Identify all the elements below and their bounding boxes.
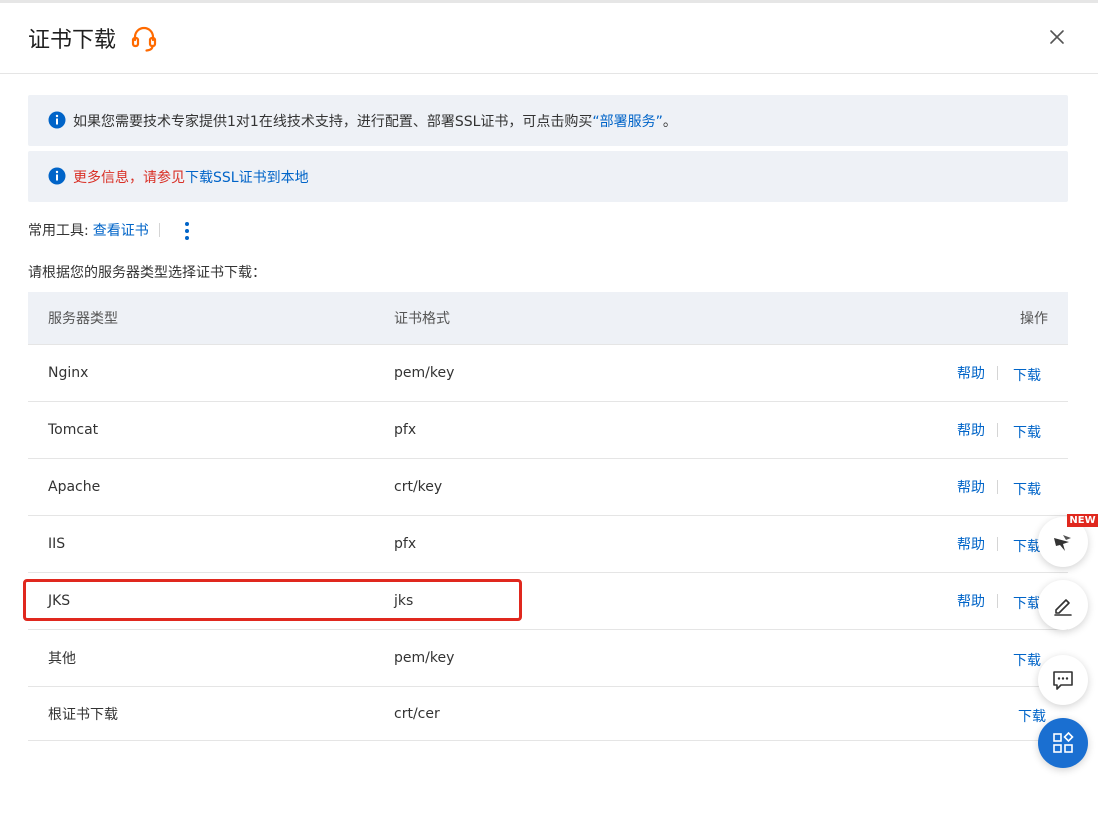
action-divider	[997, 594, 998, 608]
download-link[interactable]: 下载	[1013, 650, 1041, 670]
more-options-icon[interactable]	[181, 220, 193, 244]
server-type-cell: 其他	[48, 651, 76, 667]
deploy-service-link[interactable]: “部署服务”	[592, 114, 663, 130]
info-icon	[48, 167, 66, 185]
dialog-header: 证书下载	[0, 3, 1098, 74]
cert-format-cell: jks	[394, 593, 414, 609]
table-row: Apache crt/key 帮助 下载	[28, 459, 1068, 516]
cert-format-cell: crt/cer	[394, 705, 440, 722]
more-info-red-text: 更多信息，请参见	[73, 170, 185, 186]
action-divider	[997, 537, 998, 551]
cert-format-cell: pfx	[394, 536, 417, 552]
dialog-title: 证书下载	[28, 28, 117, 53]
more-info-text: 更多信息，请参见下载SSL证书到本地	[73, 167, 309, 187]
help-link[interactable]: 帮助	[957, 591, 985, 611]
cert-format-cell: pem/key	[394, 365, 455, 381]
tools-divider	[158, 223, 160, 237]
chat-bubble-icon	[1053, 671, 1073, 690]
action-divider	[997, 366, 998, 380]
cert-format-cell: pfx	[394, 422, 417, 438]
server-type-cell: Tomcat	[48, 422, 99, 438]
help-link[interactable]: 帮助	[957, 534, 985, 554]
info-icon	[48, 111, 66, 129]
common-tools-label: 常用工具:	[28, 223, 89, 239]
apps-menu-button[interactable]	[1038, 718, 1088, 768]
download-link[interactable]: 下载	[1013, 593, 1041, 613]
help-link[interactable]: 帮助	[957, 363, 985, 383]
cert-format-cell: crt/key	[394, 479, 443, 495]
cert-format-cell: pem/key	[394, 650, 455, 666]
table-row: 根证书下载 crt/cer 下载	[28, 687, 1068, 741]
table-row: Tomcat pfx 帮助 下载	[28, 402, 1068, 459]
download-link[interactable]: 下载	[1013, 479, 1041, 499]
edit-pen-icon	[1054, 599, 1072, 616]
download-ssl-local-link[interactable]: 下载SSL证书到本地	[185, 170, 309, 186]
action-divider	[997, 423, 998, 437]
edit-feedback-button[interactable]	[1038, 580, 1088, 630]
server-type-cell: IIS	[48, 536, 66, 552]
more-info-alert: 更多信息，请参见下载SSL证书到本地	[28, 151, 1068, 202]
download-link[interactable]: 下载	[1013, 536, 1041, 556]
server-type-cell: 根证书下载	[48, 706, 118, 723]
server-type-cell: Nginx	[48, 365, 89, 381]
help-link[interactable]: 帮助	[957, 420, 985, 440]
bird-icon	[1054, 535, 1071, 551]
header-cert-format: 证书格式	[394, 311, 450, 327]
table-header: 服务器类型 证书格式 操作	[28, 292, 1068, 345]
view-cert-link[interactable]: 查看证书	[93, 223, 149, 239]
deploy-text-after: 。	[662, 114, 677, 130]
server-type-hint: 请根据您的服务器类型选择证书下载：	[28, 265, 266, 281]
server-type-cell: Apache	[48, 479, 101, 495]
header-server-type: 服务器类型	[48, 311, 118, 327]
headset-support-icon[interactable]	[129, 24, 159, 54]
chat-button[interactable]	[1038, 655, 1088, 705]
close-icon[interactable]	[1046, 26, 1068, 48]
new-badge: NEW	[1067, 514, 1098, 527]
apps-grid-icon	[1053, 731, 1074, 753]
deploy-service-alert: 如果您需要技术专家提供1对1在线技术支持，进行配置、部署SSL证书，可点击购买“…	[28, 95, 1068, 146]
table-row-jks: JKS jks 帮助 下载	[28, 573, 1068, 630]
deploy-text-before: 如果您需要技术专家提供1对1在线技术支持，进行配置、部署SSL证书，可点击购买	[73, 114, 593, 130]
deploy-service-text: 如果您需要技术专家提供1对1在线技术支持，进行配置、部署SSL证书，可点击购买“…	[73, 111, 677, 131]
table-row: IIS pfx 帮助 下载	[28, 516, 1068, 573]
download-link[interactable]: 下载	[1013, 422, 1041, 442]
help-link[interactable]: 帮助	[957, 477, 985, 497]
server-type-cell: JKS	[48, 593, 71, 609]
common-tools: 常用工具: 查看证书	[28, 220, 160, 240]
table-row: Nginx pem/key 帮助 下载	[28, 345, 1068, 402]
header-actions: 操作	[1020, 311, 1048, 327]
table-row: 其他 pem/key 下载	[28, 630, 1068, 687]
download-link[interactable]: 下载	[1013, 365, 1041, 385]
action-divider	[997, 480, 998, 494]
cert-download-table: 服务器类型 证书格式 操作 Nginx pem/key 帮助 下载 Tomcat…	[28, 292, 1068, 741]
download-link[interactable]: 下载	[1018, 706, 1046, 726]
